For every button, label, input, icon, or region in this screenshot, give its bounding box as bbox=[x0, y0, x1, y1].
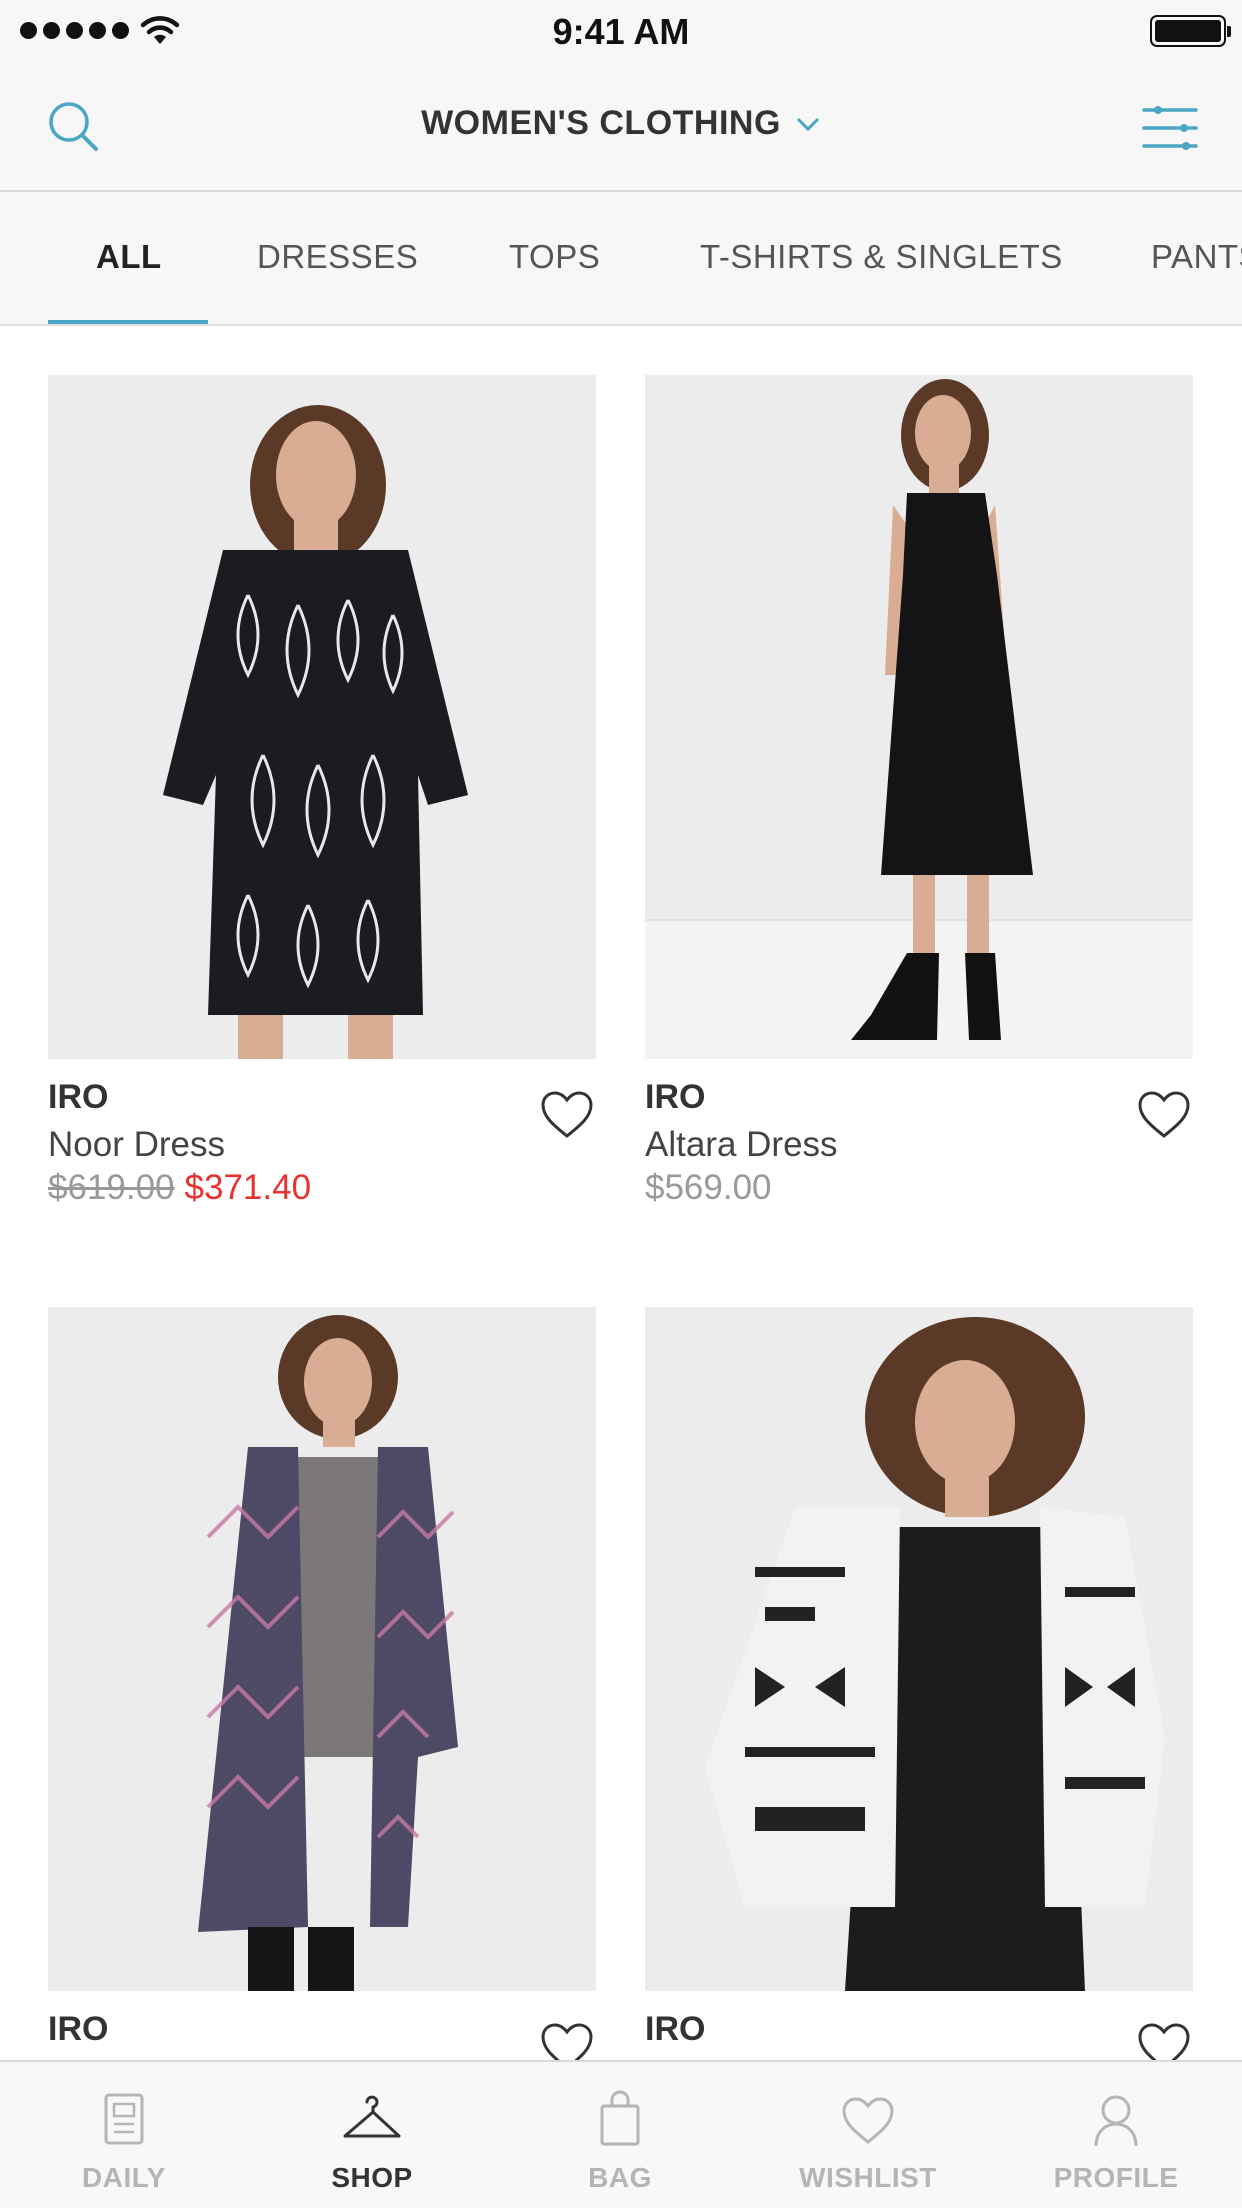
product-brand: IRO bbox=[48, 2010, 109, 2048]
product-brand: IRO bbox=[48, 1078, 109, 1116]
tab-daily[interactable]: DAILY bbox=[0, 2062, 248, 2208]
product-price: $569.00 bbox=[645, 1168, 772, 1208]
bottom-tab-bar: DAILY SHOP BAG WISHLIST PROFILE bbox=[0, 2060, 1242, 2208]
tab-pants[interactable]: PANTS bbox=[1151, 238, 1242, 276]
tab-dresses[interactable]: DRESSES bbox=[257, 238, 418, 276]
product-price: $619.00 $371.40 bbox=[48, 1168, 311, 1208]
tab-wishlist[interactable]: WISHLIST bbox=[744, 2062, 992, 2208]
product-name[interactable]: Altara Dress bbox=[645, 1125, 838, 1165]
header-bar: WOMEN'S CLOTHING bbox=[0, 62, 1242, 192]
active-tab-indicator bbox=[48, 320, 208, 324]
filter-sliders-icon[interactable] bbox=[1140, 100, 1200, 156]
hanger-icon bbox=[343, 2095, 401, 2138]
person-icon bbox=[1094, 2095, 1138, 2147]
product-name[interactable]: Noor Dress bbox=[48, 1125, 225, 1165]
product-image[interactable] bbox=[48, 1307, 596, 1991]
tab-label: DAILY bbox=[82, 2162, 166, 2193]
product-image[interactable] bbox=[645, 375, 1193, 1059]
status-time: 9:41 AM bbox=[552, 11, 690, 52]
tab-label: WISHLIST bbox=[799, 2162, 937, 2193]
tab-t-shirts-singlets[interactable]: T-SHIRTS & SINGLETS bbox=[700, 238, 1063, 276]
product-image[interactable] bbox=[645, 1307, 1193, 1991]
sale-price: $371.40 bbox=[184, 1168, 312, 1207]
wishlist-heart-icon[interactable] bbox=[1137, 1090, 1191, 1140]
tab-tops[interactable]: TOPS bbox=[509, 238, 600, 276]
tab-profile[interactable]: PROFILE bbox=[992, 2062, 1240, 2208]
tab-label: SHOP bbox=[331, 2162, 413, 2193]
product-brand: IRO bbox=[645, 1078, 706, 1116]
category-tabs: ALL DRESSES TOPS T-SHIRTS & SINGLETS PAN… bbox=[0, 192, 1242, 326]
page-title: WOMEN'S CLOTHING bbox=[421, 104, 781, 142]
battery-icon bbox=[1150, 15, 1231, 47]
regular-price: $569.00 bbox=[645, 1168, 772, 1207]
tab-label: PROFILE bbox=[1053, 2162, 1179, 2193]
heart-icon bbox=[842, 2097, 894, 2144]
tab-label: BAG bbox=[588, 2162, 652, 2193]
product-image[interactable] bbox=[48, 375, 596, 1059]
wishlist-heart-icon[interactable] bbox=[540, 1090, 594, 1140]
product-brand: IRO bbox=[645, 2010, 706, 2048]
tab-shop[interactable]: SHOP bbox=[248, 2062, 496, 2208]
original-price: $619.00 bbox=[48, 1168, 175, 1207]
status-bar: 9:41 AM bbox=[0, 0, 1242, 62]
newspaper-icon bbox=[104, 2093, 144, 2145]
category-dropdown[interactable]: WOMEN'S CLOTHING bbox=[0, 104, 1242, 143]
shopping-bag-icon bbox=[600, 2090, 640, 2146]
chevron-down-icon bbox=[796, 117, 819, 131]
tab-bag[interactable]: BAG bbox=[496, 2062, 744, 2208]
tab-all[interactable]: ALL bbox=[96, 238, 162, 276]
